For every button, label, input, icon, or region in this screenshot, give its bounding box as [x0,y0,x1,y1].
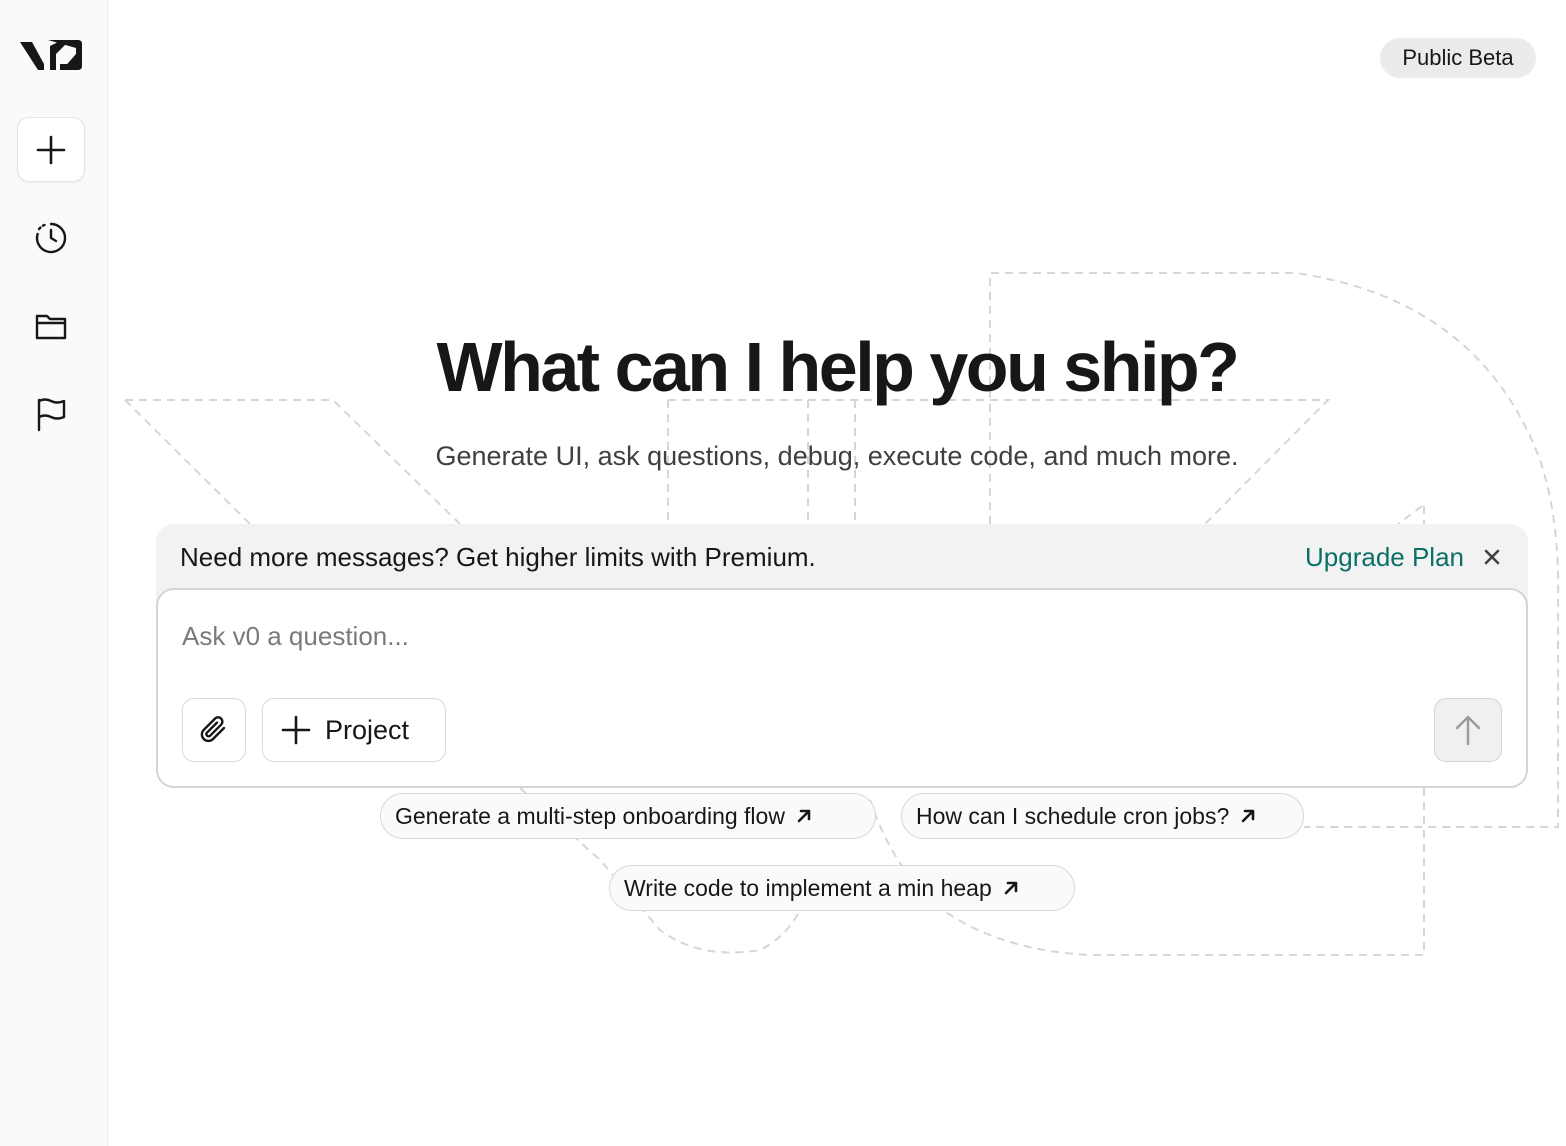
paperclip-icon [200,716,226,743]
plus-icon [281,715,311,745]
send-button[interactable] [1434,698,1502,762]
page-subtitle: Generate UI, ask questions, debug, execu… [435,441,1239,471]
sidebar [0,0,108,1146]
flag-icon [37,398,66,432]
projects-button[interactable] [29,304,73,348]
add-project-button[interactable]: Project [262,698,446,762]
close-icon [1484,549,1500,565]
arrow-up-right-icon [797,809,811,823]
project-button-label: Project [325,714,410,745]
chat-input[interactable] [182,618,1382,654]
app-window: Public Beta What can I help you ship? Ge… [0,0,1566,1146]
suggestion-label: Write code to implement a min heap [624,874,992,901]
banner-message: Need more messages? Get higher limits wi… [180,542,816,572]
chat-composer: Project [156,588,1528,788]
suggestion-label: How can I schedule cron jobs? [916,802,1230,829]
suggestion-label: Generate a multi-step onboarding flow [395,802,785,829]
new-chat-button[interactable] [17,117,85,182]
suggestion-chip[interactable]: How can I schedule cron jobs? [901,793,1304,839]
folder-icon [35,314,67,340]
arrow-up-right-icon [1241,809,1255,823]
history-button[interactable] [29,216,73,260]
suggestion-chip[interactable]: Generate a multi-step onboarding flow [380,793,876,839]
banner-close-button[interactable] [1480,542,1504,572]
feedback-button[interactable] [29,392,73,436]
suggestion-chip[interactable]: Write code to implement a min heap [609,865,1075,911]
plus-icon [36,135,66,164]
history-icon [35,222,67,254]
arrow-up-right-icon [1004,881,1018,895]
arrow-up-icon [1455,715,1481,746]
page-title: What can I help you ship? [436,328,1240,406]
upgrade-plan-link[interactable]: Upgrade Plan [1305,540,1464,574]
v0-logo[interactable] [18,36,84,72]
public-beta-badge: Public Beta [1380,38,1536,78]
attach-button[interactable] [182,698,246,762]
